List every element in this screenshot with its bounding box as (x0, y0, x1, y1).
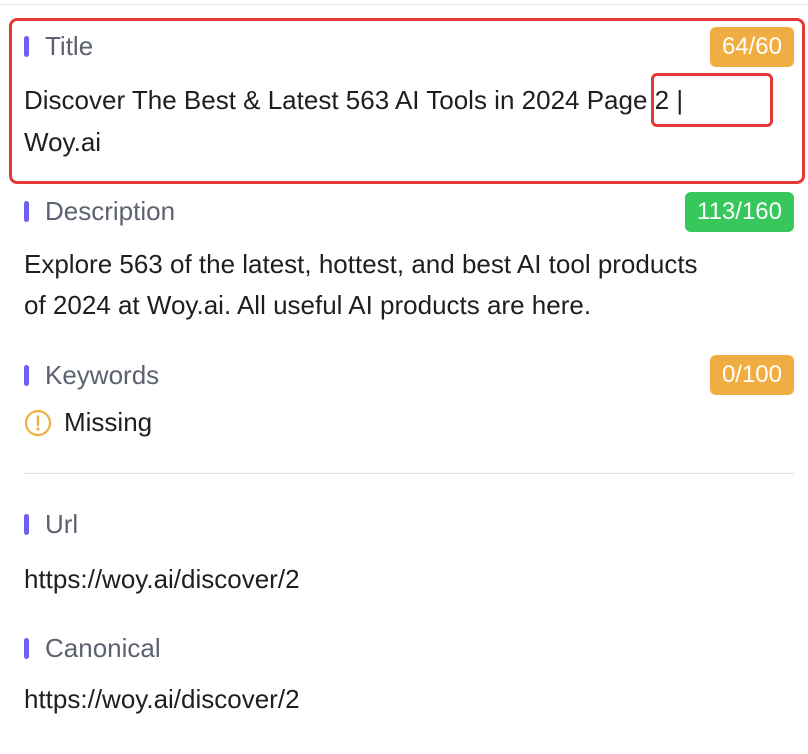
keywords-status-text: Missing (64, 407, 153, 437)
accent-bar-icon (24, 364, 29, 386)
description-label: Description (24, 195, 175, 227)
description-label-text: Description (45, 196, 176, 226)
warning-circle-icon (24, 409, 52, 436)
keywords-label: Keywords (24, 359, 159, 391)
url-value: https://woy.ai/discover/2 (24, 564, 300, 594)
canonical-value: https://woy.ai/discover/2 (24, 684, 300, 714)
url-label-text: Url (45, 509, 79, 539)
canonical-label: Canonical (24, 632, 161, 664)
keywords-length-badge: 0/100 (709, 355, 794, 395)
section-divider (24, 473, 794, 474)
accent-bar-icon (24, 513, 29, 535)
canonical-label-text: Canonical (45, 633, 161, 663)
keywords-label-text: Keywords (45, 360, 160, 390)
url-label: Url (24, 508, 78, 540)
top-divider (0, 4, 808, 5)
page-suffix-highlight-box (651, 73, 773, 127)
keywords-status: Missing (24, 407, 152, 438)
description-value-line1: Explore 563 of the latest, hottest, and … (24, 249, 698, 279)
accent-bar-icon (24, 200, 29, 222)
description-length-badge: 113/160 (685, 192, 794, 232)
description-value-line2: of 2024 at Woy.ai. All useful AI product… (24, 290, 592, 320)
accent-bar-icon (24, 637, 29, 659)
